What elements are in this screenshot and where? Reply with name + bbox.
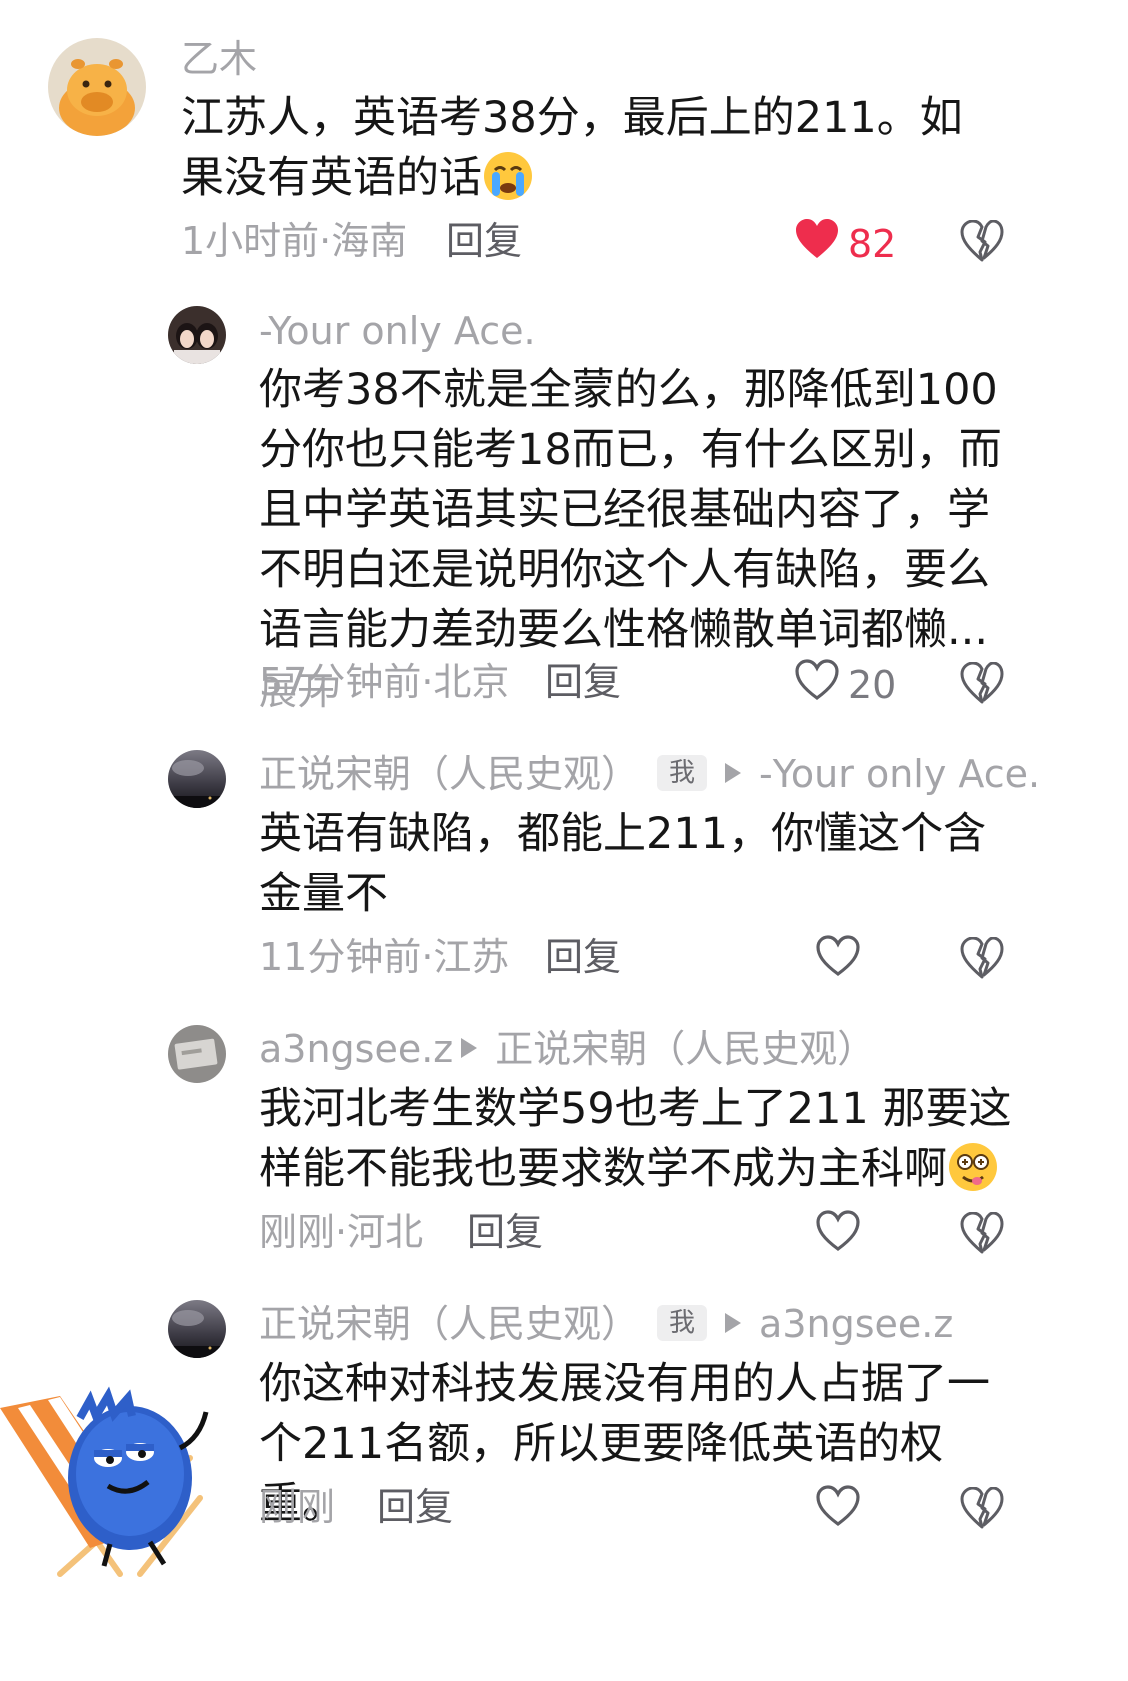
like-count: 82 [848,222,897,266]
avatar[interactable] [48,38,146,136]
heart-outline-icon [815,935,861,987]
reply-arrow-icon [461,1038,478,1058]
like-count: 20 [848,663,897,707]
dislike-button[interactable] [960,661,1004,708]
comment-text-content: 你这种对科技发展没有用的人占据了一个211名额，所以更要降低英语的权重。 [259,1359,990,1529]
time-location: 11分钟前·江苏 [259,935,510,979]
dislike-button[interactable] [960,1486,1004,1533]
broken-heart-icon [960,661,1004,704]
reply-to-username[interactable]: a3ngsee.z [759,1302,953,1346]
me-badge: 我 [657,755,708,791]
broken-heart-icon [960,936,1004,979]
reply-to-username[interactable]: 正说宋朝（人民史观） [495,1027,875,1071]
comment-text-content: 英语有缺陷，都能上211，你懂这个含金量不 [259,809,987,919]
like-button[interactable] [815,1485,869,1537]
heart-outline-icon [815,1485,861,1537]
username[interactable]: a3ngsee.z 正说宋朝（人民史观） [259,1026,875,1072]
like-button[interactable]: 20 [794,659,896,711]
comment-text: 英语有缺陷，都能上211，你懂这个含金量不 [259,804,1015,924]
broken-heart-icon [960,1486,1004,1529]
reply-to-username[interactable]: -Your only Ace. [759,752,1040,796]
reply-button[interactable]: 回复 [446,218,522,264]
crying-face-emoji-icon [482,150,534,202]
me-badge: 我 [657,1305,708,1341]
username[interactable]: 正说宋朝（人民史观） 我 -Your only Ace. [259,751,1040,797]
comment-text-content: 你考38不就是全蒙的么，那降低到100分你也只能考18而已，有什么区别，而且中学… [259,365,1002,655]
broken-heart-icon [960,219,1004,262]
like-button[interactable]: 82 [794,218,896,270]
reply-button[interactable]: 回复 [377,1484,453,1530]
avatar[interactable] [168,1025,226,1083]
username[interactable]: 乙木 [181,36,257,82]
reply-button[interactable]: 回复 [467,1209,543,1255]
dislike-button[interactable] [960,219,1004,266]
dislike-button[interactable] [960,936,1004,983]
avatar[interactable] [168,750,226,808]
comment-text: 江苏人，英语考38分，最后上的211。如果没有英语的话 [181,88,981,208]
time-location: 57分钟前·北京 [259,660,510,704]
heart-outline-icon [794,659,840,711]
reply-button[interactable]: 回复 [545,934,621,980]
blue-monster-sticker-icon [0,1378,240,1582]
username[interactable]: -Your only Ace. [259,308,536,354]
comment-text: 我河北考生数学59也考上了211 那要这样能不能我也要求数学不成为主科啊 [259,1079,1015,1199]
comment-text-content: 江苏人，英语考38分，最后上的211。如果没有英语的话 [181,93,963,203]
dislike-button[interactable] [960,1211,1004,1258]
username-text[interactable]: 正说宋朝（人民史观） [259,1302,639,1346]
username-text[interactable]: a3ngsee.z [259,1027,453,1071]
dizzy-tongue-face-emoji-icon [947,1141,999,1193]
time-location: 1小时前·海南 [181,219,408,263]
like-button[interactable] [815,935,869,987]
reply-arrow-icon [725,763,742,783]
avatar[interactable] [168,1300,226,1358]
reply-button[interactable]: 回复 [545,659,621,705]
time-location: 刚刚·河北 [259,1210,424,1254]
like-button[interactable] [815,1210,869,1262]
avatar[interactable] [168,306,226,364]
username-text[interactable]: 正说宋朝（人民史观） [259,752,639,796]
comment-text-content: 我河北考生数学59也考上了211 那要这样能不能我也要求数学不成为主科啊 [259,1084,1012,1194]
heart-outline-icon [815,1210,861,1262]
broken-heart-icon [960,1211,1004,1254]
reply-arrow-icon [725,1313,742,1333]
username[interactable]: 正说宋朝（人民史观） 我 a3ngsee.z [259,1301,953,1347]
heart-filled-icon [794,218,840,270]
ellipsis: ... [947,605,989,655]
comment-text: 你这种对科技发展没有用的人占据了一个211名额，所以更要降低英语的权重。 [259,1354,1015,1534]
time-location: 刚刚 [259,1485,336,1529]
